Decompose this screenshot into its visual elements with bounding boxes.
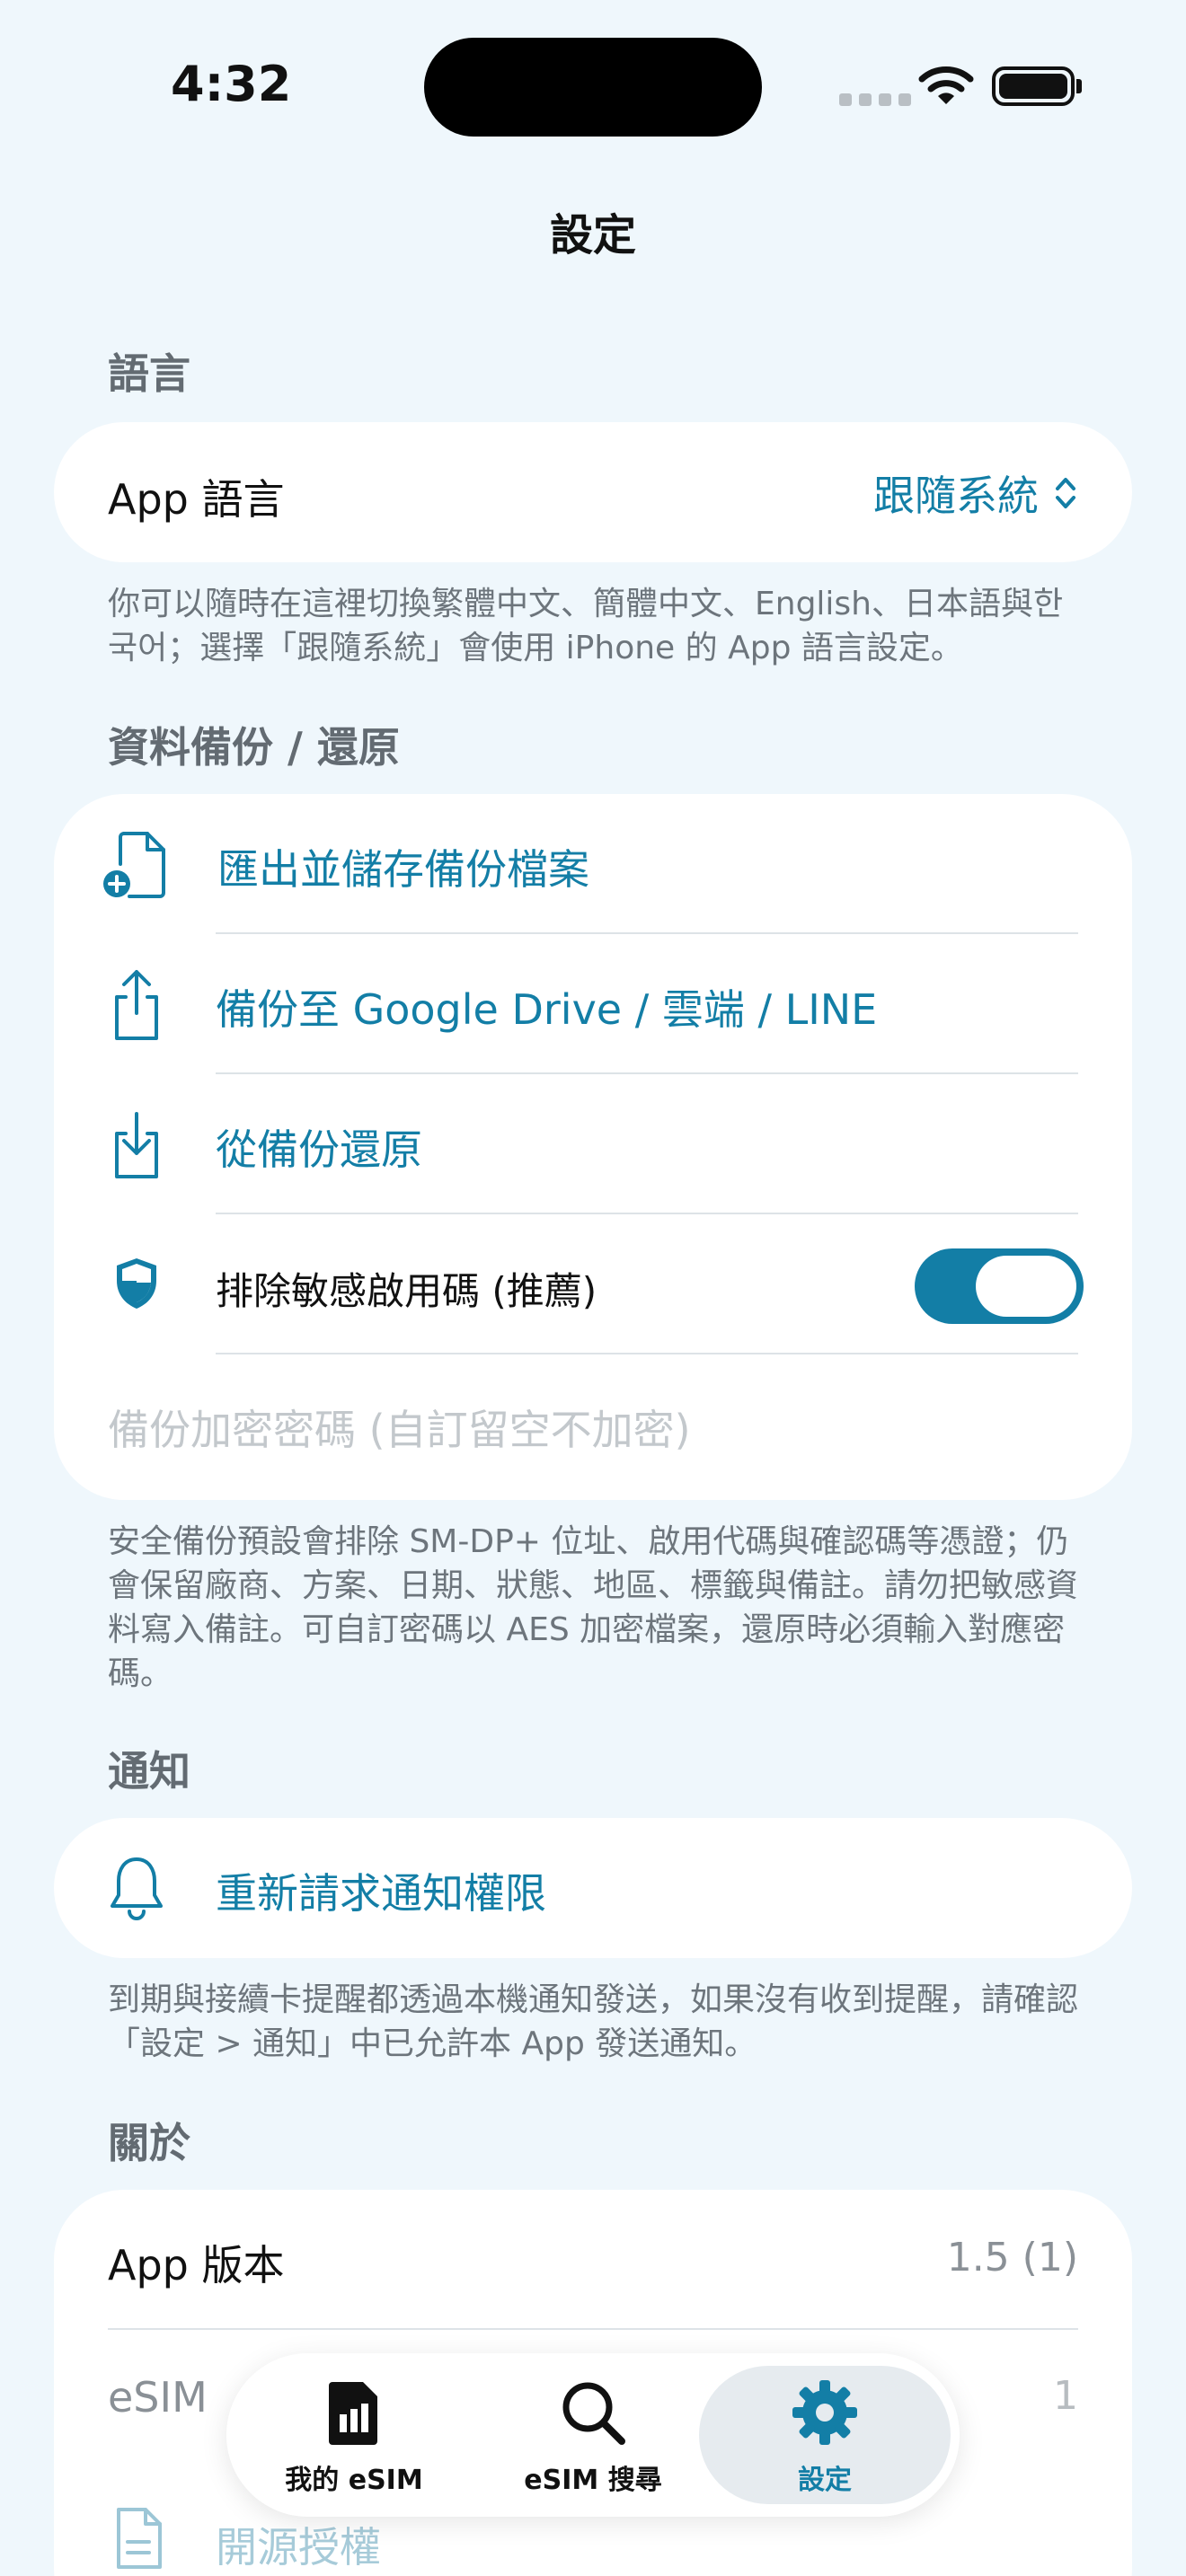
- app-version-label: App 版本: [108, 2241, 285, 2289]
- magnifier-icon: [562, 2382, 625, 2445]
- app-language-value: 跟隨系統: [873, 472, 1039, 520]
- share-icon: [115, 970, 158, 1040]
- request-notification-row[interactable]: 重新請求通知權限: [54, 1818, 1132, 1958]
- gear-icon: [792, 2380, 857, 2445]
- shield-icon: [117, 1258, 156, 1309]
- tab-esim-search[interactable]: eSIM 搜尋: [476, 2378, 710, 2497]
- restore-backup-row[interactable]: 從備份還原: [54, 1074, 1132, 1214]
- share-backup-row[interactable]: 備份至 Google Drive / 雲端 / LINE: [54, 934, 1132, 1074]
- app-language-label: App 語言: [108, 475, 285, 524]
- share-backup-label: 備份至 Google Drive / 雲端 / LINE: [216, 985, 878, 1034]
- battery-icon: [992, 66, 1075, 106]
- cellular-signal-icon: [839, 93, 911, 106]
- export-backup-label: 匯出並儲存備份檔案: [217, 845, 589, 894]
- tab-label: 設定: [798, 2465, 852, 2496]
- app-language-picker[interactable]: 跟隨系統: [873, 463, 1078, 523]
- export-backup-row[interactable]: 匯出並儲存備份檔案: [54, 794, 1132, 934]
- backup-card: 匯出並儲存備份檔案 備份至 Google Drive / 雲端 / LINE 從…: [54, 794, 1132, 1500]
- exclude-sensitive-toggle[interactable]: [915, 1248, 1084, 1324]
- section-header-language: 語言: [108, 349, 190, 398]
- page-title: 設定: [549, 210, 636, 260]
- sim-card-icon: [329, 2382, 377, 2445]
- language-footer: 你可以隨時在這裡切換繁體中文、簡體中文、English、日本語與한국어；選擇「跟…: [108, 586, 1064, 666]
- divider: [216, 1353, 1078, 1354]
- divider: [108, 2328, 1078, 2330]
- status-time: 4:32: [171, 56, 292, 112]
- document-add-icon: [103, 832, 165, 898]
- tab-settings[interactable]: 設定: [708, 2378, 942, 2497]
- download-icon: [115, 1112, 158, 1178]
- section-header-backup: 資料備份 / 還原: [108, 723, 400, 772]
- open-source-license-label: 開源授權: [216, 2523, 381, 2572]
- chevron-up-down-icon: [1056, 478, 1075, 508]
- backup-password-input[interactable]: 備份加密密碼 (自訂留空不加密): [108, 1398, 1078, 1457]
- tab-my-esim[interactable]: 我的 eSIM: [237, 2378, 471, 2497]
- notifications-card: 重新請求通知權限: [54, 1818, 1132, 1958]
- dynamic-island: [424, 38, 762, 137]
- document-icon: [117, 2508, 162, 2569]
- tab-bar: 我的 eSIM eSIM 搜尋 設定: [226, 2353, 960, 2517]
- section-header-about: 關於: [108, 2119, 190, 2167]
- request-notification-label: 重新請求通知權限: [216, 1869, 546, 1918]
- esim-row-label: eSIM: [108, 2373, 208, 2422]
- section-header-notifications: 通知: [108, 1747, 190, 1795]
- exclude-sensitive-label: 排除敏感啟用碼 (推薦): [216, 1269, 597, 1313]
- tab-label: eSIM 搜尋: [524, 2465, 662, 2496]
- backup-footer: 安全備份預設會排除 SM-DP+ 位址、啟用代碼與確認碼等憑證；仍會保留廠商、方…: [108, 1523, 1079, 1692]
- language-card: App 語言 跟隨系統: [54, 422, 1132, 562]
- esim-row-value: 1: [1053, 2373, 1078, 2419]
- app-version-value: 1.5 (1): [946, 2235, 1078, 2280]
- wifi-icon: [918, 66, 974, 104]
- notifications-footer: 到期與接續卡提醒都透過本機通知發送，如果沒有收到提醒，請確認「設定 > 通知」中…: [108, 1981, 1079, 2062]
- tab-label: 我的 eSIM: [285, 2465, 423, 2496]
- bell-icon: [111, 1857, 163, 1920]
- restore-backup-label: 從備份還原: [216, 1125, 422, 1174]
